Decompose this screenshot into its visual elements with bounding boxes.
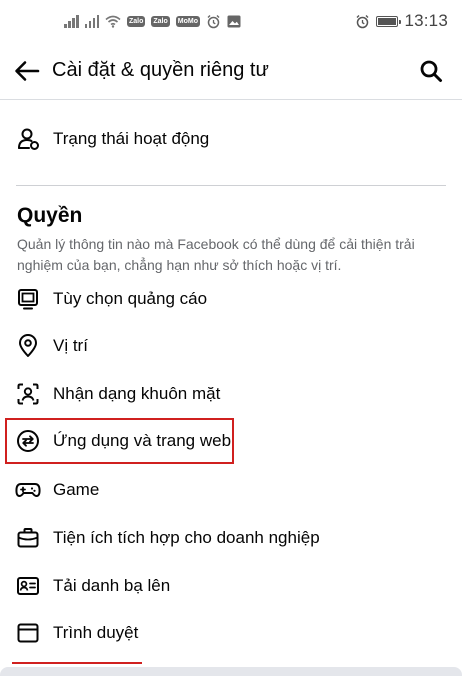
status-bar: Zalo Zalo MoMo 13:13 [0,0,462,42]
browser-window-icon [15,620,41,646]
settings-list[interactable]: Trạng thái hoạt động Quyền Quản lý thông… [0,101,462,676]
ad-preferences-item[interactable]: Tùy chọn quảng cáo [0,277,462,321]
image-notification-icon [227,15,241,27]
status-time: 13:13 [404,11,448,30]
games-label: Game [53,480,100,499]
location-pin-icon [15,333,41,359]
games-item[interactable]: Game [0,468,462,512]
zalo-notification-icon: Zalo [127,15,146,27]
alarm-icon-right [356,14,369,28]
location-label: Vị trí [53,336,88,355]
face-recognition-label: Nhận dạng khuôn mặt [53,384,221,403]
business-integrations-label: Tiện ích tích hợp cho doanh nghiệp [53,528,320,547]
wifi-icon [105,15,121,28]
search-icon [420,60,442,82]
face-scan-icon [15,381,41,407]
signal-icon [64,14,79,28]
bottom-accent-line [12,662,142,664]
back-button[interactable] [10,54,44,88]
briefcase-icon [15,525,41,551]
signal-icon-2 [84,14,99,28]
zalo-notification-icon-2: Zalo [151,15,170,27]
page-title: Cài đặt & quyền riêng tư [52,59,269,81]
battery-icon [376,15,402,27]
search-button[interactable] [414,54,448,88]
ad-preferences-label: Tùy chọn quảng cáo [53,289,208,308]
browser-item[interactable]: Trình duyệt [0,611,462,655]
person-status-icon [15,126,41,152]
arrow-left-icon [15,61,40,81]
activity-status-item[interactable]: Trạng thái hoạt động [0,117,462,161]
bottom-sheet-edge [0,667,462,676]
highlight-box [5,418,234,464]
browser-label: Trình duyệt [53,623,139,642]
partial-item-icon [16,101,38,107]
momo-notification-icon: MoMo [175,15,200,27]
permissions-section-description: Quản lý thông tin nào mà Facebook có thể… [17,236,415,273]
activity-status-label: Trạng thái hoạt động [53,129,210,148]
section-divider [16,185,446,186]
business-integrations-item[interactable]: Tiện ích tích hợp cho doanh nghiệp [0,516,462,560]
alarm-icon [207,14,220,28]
location-item[interactable]: Vị trí [0,324,462,368]
status-icons-left: Zalo Zalo MoMo [64,12,241,30]
status-icons-right: 13:13 [355,10,448,32]
upload-contacts-label: Tải danh bạ lên [53,576,171,595]
face-recognition-item[interactable]: Nhận dạng khuôn mặt [0,372,462,416]
upload-contacts-item[interactable]: Tải danh bạ lên [0,564,462,608]
gamepad-icon [15,477,41,503]
permissions-section-title: Quyền [17,204,83,227]
contact-card-icon [15,573,41,599]
top-app-bar: Cài đặt & quyền riêng tư [0,42,462,100]
monitor-icon [15,286,41,312]
